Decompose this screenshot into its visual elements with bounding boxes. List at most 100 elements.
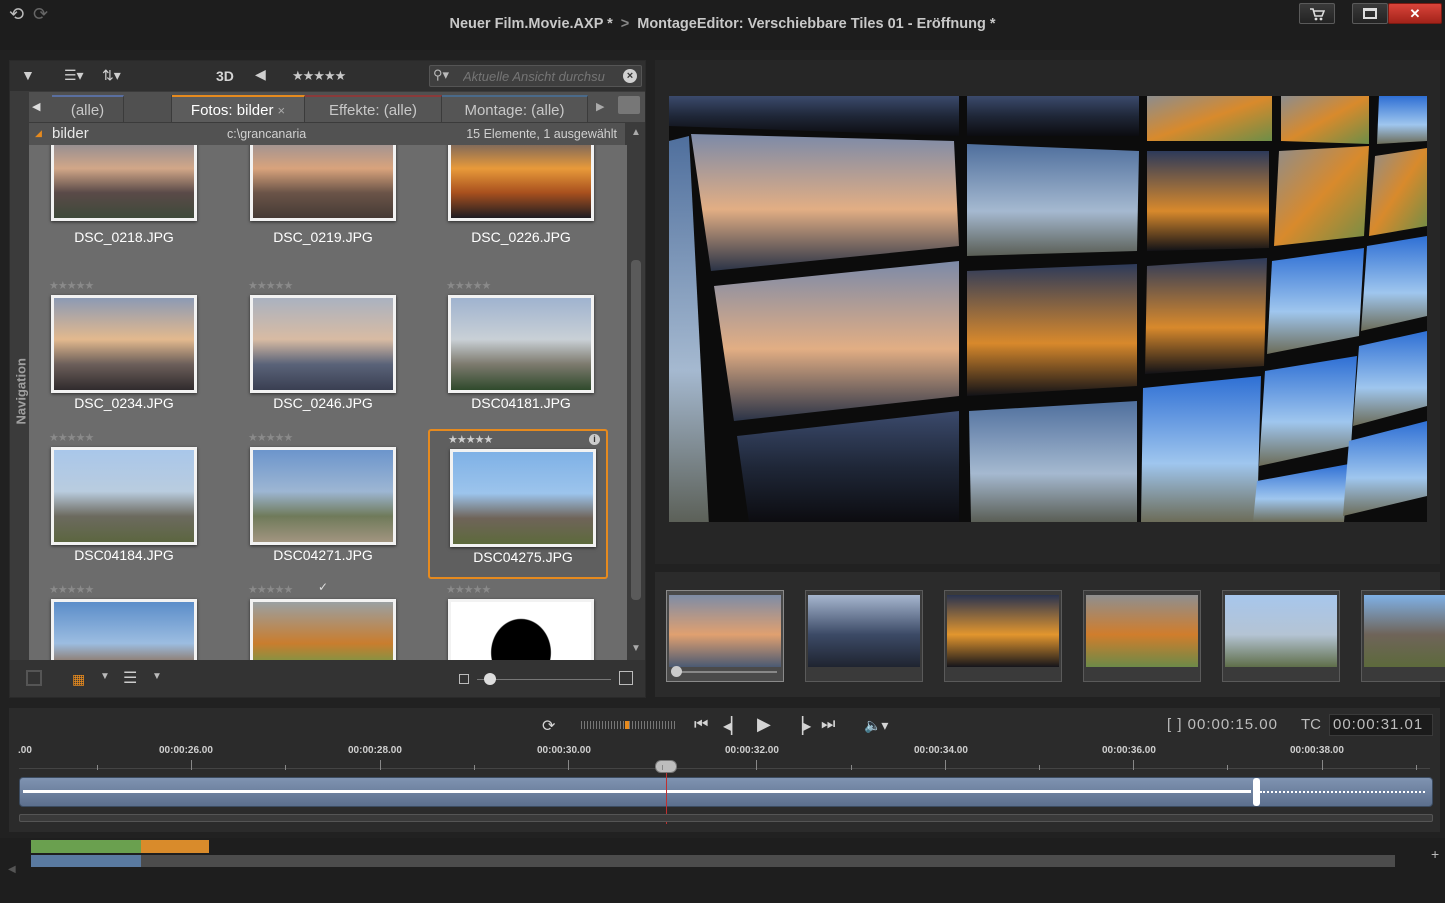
tile-image	[669, 595, 781, 667]
mini-track[interactable]	[31, 855, 1395, 867]
tabs-scroll-right-icon[interactable]: ▶	[596, 100, 604, 113]
tabs-scroll-left-icon[interactable]: ◀	[32, 100, 40, 113]
media-item[interactable]: ★★★★★ i DSC04275.JPG	[428, 429, 608, 579]
media-item[interactable]: ★★★★★	[428, 581, 608, 660]
tile-slider[interactable]	[671, 666, 777, 677]
media-item[interactable]: ★★★★★ DSC04181.JPG	[428, 277, 608, 427]
rating-filter[interactable]: ★★★★★	[292, 68, 346, 84]
tab-montage[interactable]: Montage: (alle)	[442, 95, 588, 122]
sort-icon[interactable]: ⇅▾	[102, 67, 121, 84]
playhead-handle[interactable]	[655, 760, 677, 773]
cart-button[interactable]	[1299, 3, 1335, 24]
volume-icon[interactable]: 🔈▾	[864, 717, 888, 734]
tc-label: TC	[1301, 716, 1321, 733]
shuttle-control[interactable]	[581, 721, 677, 729]
rating-stars[interactable]: ★★★★★	[248, 431, 293, 444]
thumbnail-image	[250, 295, 396, 393]
editor-name: MontageEditor: Verschiebbare Tiles 01 - …	[637, 16, 996, 32]
tile-slider-handle[interactable]	[671, 666, 682, 677]
thumbnail-image	[448, 599, 594, 660]
montage-track[interactable]	[19, 777, 1433, 807]
clear-search-icon[interactable]: ×	[623, 69, 637, 83]
breadcrumb-folder[interactable]: bilder	[52, 125, 89, 142]
scroll-up-icon[interactable]: ▲	[631, 127, 641, 138]
clip-blue[interactable]	[31, 855, 141, 867]
cart-icon	[1310, 8, 1326, 21]
media-item[interactable]: DSC_0226.JPG	[428, 145, 608, 275]
tag-icon[interactable]: ◀	[255, 66, 266, 83]
ruler-tick	[191, 760, 193, 770]
timeline-scrollbar[interactable]	[19, 814, 1433, 822]
media-item[interactable]: ★★★★★ DSC_0246.JPG	[230, 277, 410, 427]
scroll-thumb[interactable]	[631, 260, 641, 600]
ruler-label: 00:00:28.00	[348, 745, 402, 756]
montage-tile[interactable]	[805, 590, 923, 682]
montage-preview[interactable]	[669, 96, 1427, 522]
library-scrollbar[interactable]: ▲ ▼	[627, 123, 645, 660]
close-tab-icon[interactable]: ×	[277, 103, 285, 118]
search-input[interactable]	[463, 68, 613, 84]
step-back-icon[interactable]: ◂▏	[723, 716, 743, 736]
collection-icon[interactable]	[26, 670, 42, 686]
rating-stars[interactable]: ★★★★★	[49, 431, 94, 444]
montage-tile[interactable]	[944, 590, 1062, 682]
view-list-icon[interactable]: ☰▾	[64, 67, 84, 84]
media-item[interactable]: ★★★★★ ✓	[230, 580, 410, 660]
3d-filter-button[interactable]: 3D	[216, 68, 234, 84]
media-item[interactable]: DSC_0218.JPG	[31, 145, 211, 275]
info-icon[interactable]: i	[589, 434, 600, 445]
loop-icon[interactable]: ⟳	[542, 716, 555, 736]
new-tab-icon[interactable]	[618, 96, 640, 114]
tile-image	[947, 595, 1059, 667]
montage-tile[interactable]	[1361, 590, 1445, 682]
track-end-handle[interactable]	[1253, 778, 1260, 806]
rating-stars[interactable]: ★★★★★	[446, 583, 491, 596]
montage-tile[interactable]	[666, 590, 784, 682]
tab-all[interactable]: (alle)	[52, 95, 124, 122]
rating-stars[interactable]: ★★★★★	[448, 433, 493, 446]
thumbnail-size-slider[interactable]	[477, 679, 611, 680]
large-size-icon	[619, 671, 633, 685]
ruler-label: 00:00:30.00	[537, 745, 591, 756]
montage-tile[interactable]	[1222, 590, 1340, 682]
grid-view-icon[interactable]: ▦	[72, 671, 85, 688]
maximize-button[interactable]	[1352, 3, 1388, 24]
rating-stars[interactable]: ★★★★★	[248, 583, 293, 596]
clip-orange[interactable]	[141, 840, 209, 853]
media-item[interactable]: ★★★★★	[31, 581, 211, 660]
search-icon[interactable]: ⚲▾	[433, 67, 449, 83]
grid-view-menu-icon[interactable]: ▼	[100, 671, 110, 682]
mini-scroll-left-icon[interactable]: ◀	[8, 864, 16, 875]
media-item[interactable]: ★★★★★ DSC04271.JPG	[230, 429, 410, 579]
tab-effects[interactable]: Effekte: (alle)	[305, 95, 442, 122]
close-button[interactable]: ✕	[1388, 3, 1442, 24]
rating-stars[interactable]: ★★★★★	[49, 279, 94, 292]
media-item[interactable]: ★★★★★ DSC04184.JPG	[31, 429, 211, 579]
tab-photos[interactable]: Fotos: bilder ×	[172, 95, 305, 122]
details-view-menu-icon[interactable]: ▼	[152, 671, 162, 682]
shuttle-marker	[625, 721, 629, 729]
track-line	[23, 790, 1251, 793]
collapse-arrow-icon[interactable]: ◢	[35, 128, 42, 139]
add-to-library-icon[interactable]: ▼	[21, 67, 35, 83]
thumbnail-image	[250, 599, 396, 660]
navigation-strip[interactable]: Navigation	[10, 92, 29, 660]
rating-stars[interactable]: ★★★★★	[446, 279, 491, 292]
go-to-end-icon[interactable]: ⏭	[821, 716, 835, 734]
media-item[interactable]: DSC_0219.JPG	[230, 145, 410, 275]
scroll-down-icon[interactable]: ▼	[631, 643, 641, 654]
media-item-name: DSC_0234.JPG	[74, 395, 174, 411]
rating-stars[interactable]: ★★★★★	[248, 279, 293, 292]
play-icon[interactable]: ▶	[757, 714, 771, 735]
position-timecode[interactable]: 00:00:31.01	[1329, 714, 1433, 736]
details-view-icon[interactable]: ☰	[123, 668, 137, 688]
slider-handle[interactable]	[484, 673, 496, 685]
media-item[interactable]: ★★★★★ DSC_0234.JPG	[31, 277, 211, 427]
step-forward-icon[interactable]: ▕▸	[791, 716, 811, 736]
media-item-name: DSC_0218.JPG	[74, 229, 174, 245]
go-to-start-icon[interactable]: ⏮	[694, 716, 708, 734]
zoom-in-icon[interactable]: +	[1431, 846, 1439, 862]
montage-tile[interactable]	[1083, 590, 1201, 682]
rating-stars[interactable]: ★★★★★	[49, 583, 94, 596]
clip-green[interactable]	[31, 840, 141, 853]
